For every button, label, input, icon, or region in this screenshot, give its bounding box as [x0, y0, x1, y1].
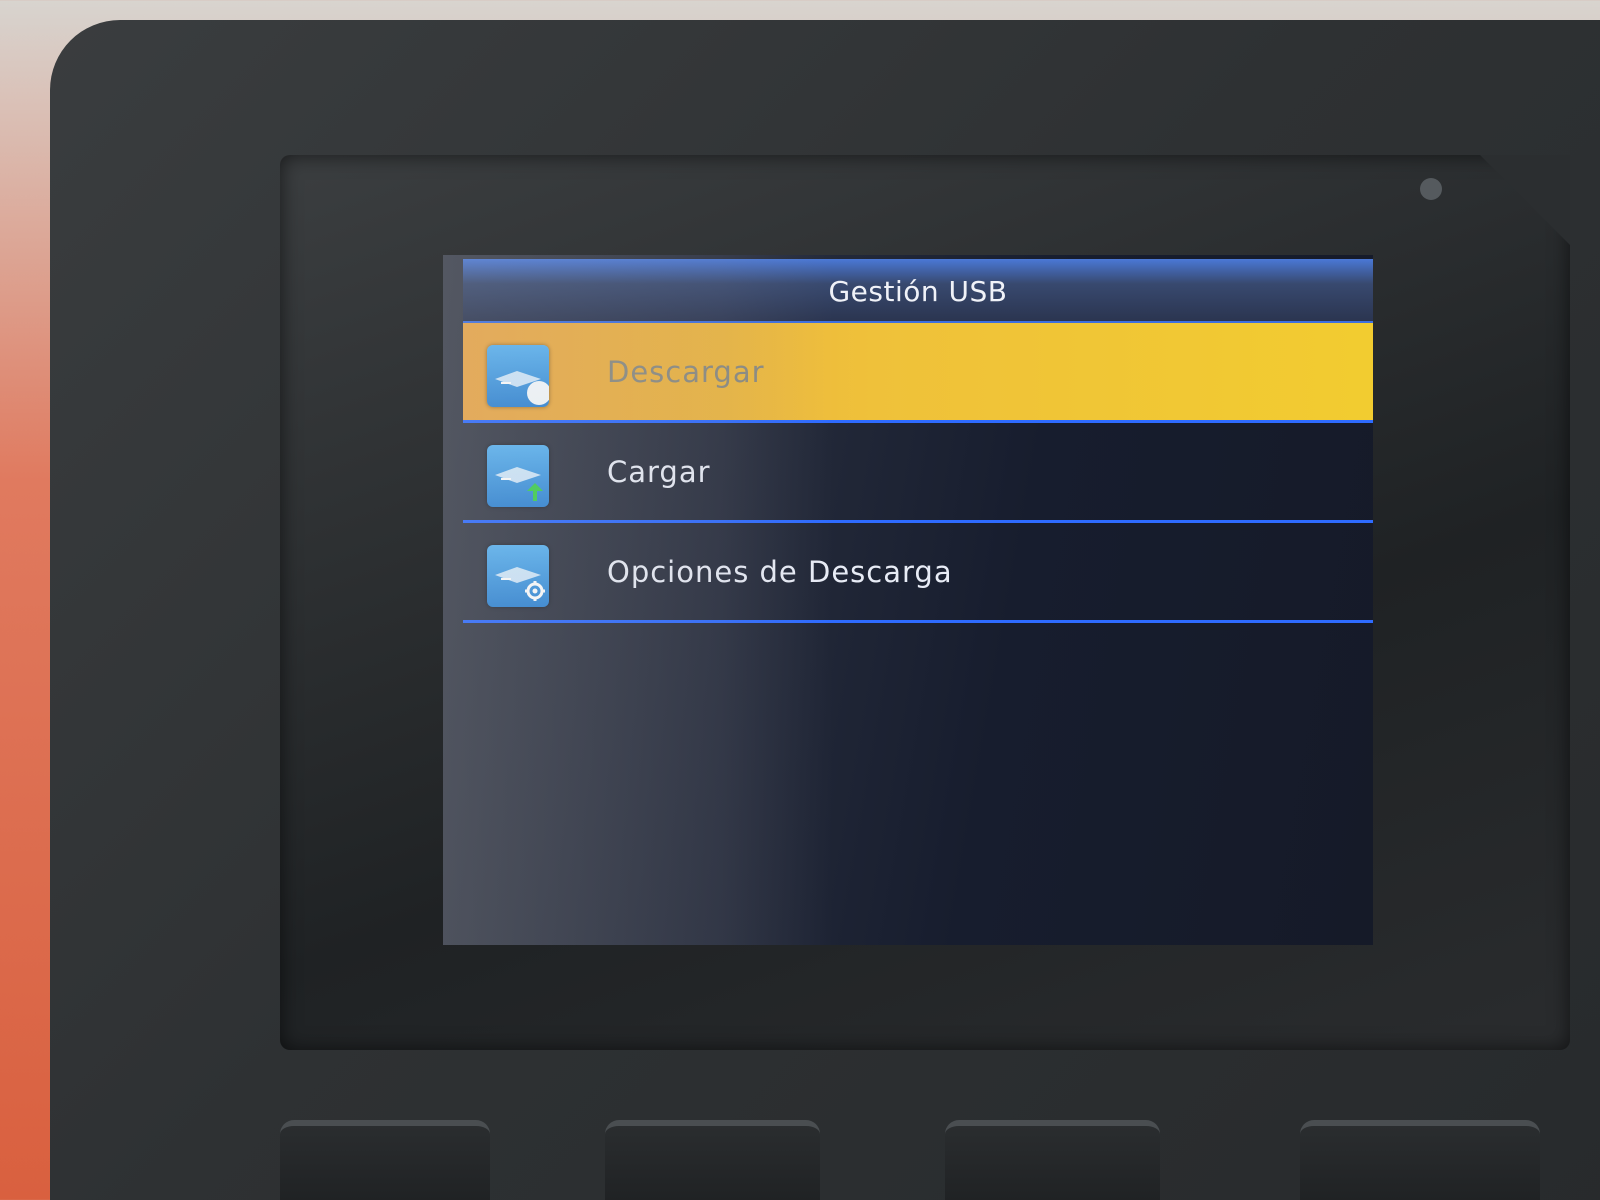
- hardware-key-1[interactable]: [280, 1120, 490, 1200]
- menu-item-descargar[interactable]: Descargar: [463, 323, 1373, 423]
- lcd-screen: Gestión USB Descargar Cargar Opciones de…: [443, 255, 1373, 945]
- menu-label-descargar: Descargar: [607, 355, 765, 389]
- menu-item-cargar[interactable]: Cargar: [463, 423, 1373, 523]
- usb-upload-icon: [487, 445, 549, 507]
- usb-settings-icon: [487, 545, 549, 607]
- title-bar: Gestión USB: [463, 259, 1373, 323]
- usb-menu: Descargar Cargar Opciones de Descarga: [463, 323, 1373, 623]
- light-sensor: [1420, 178, 1442, 200]
- hardware-key-3[interactable]: [945, 1120, 1160, 1200]
- menu-label-opciones-descarga: Opciones de Descarga: [607, 555, 953, 589]
- hardware-key-2[interactable]: [605, 1120, 820, 1200]
- bezel-corner: [1480, 155, 1570, 245]
- hardware-key-4[interactable]: [1300, 1120, 1540, 1200]
- usb-download-icon: [487, 345, 549, 407]
- screen-title: Gestión USB: [828, 275, 1008, 308]
- menu-item-opciones-descarga[interactable]: Opciones de Descarga: [463, 523, 1373, 623]
- menu-label-cargar: Cargar: [607, 455, 711, 489]
